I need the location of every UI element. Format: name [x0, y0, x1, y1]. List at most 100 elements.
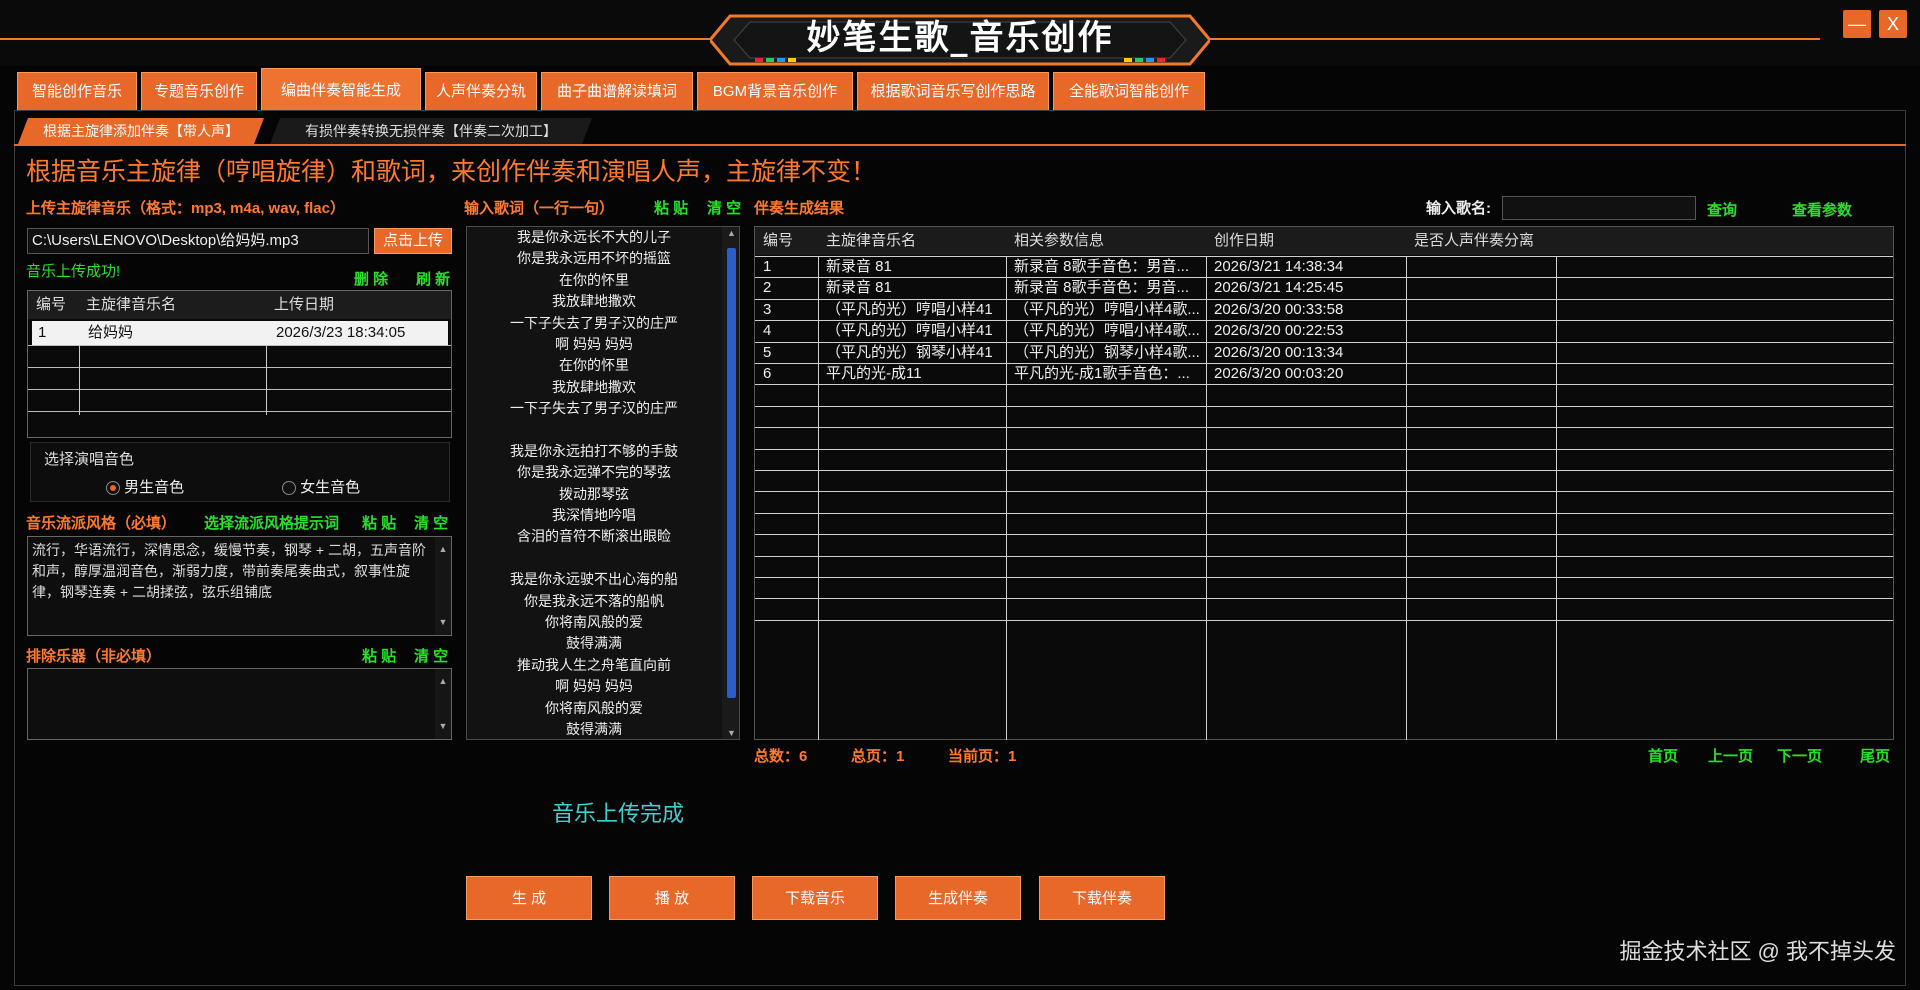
scroll-up-icon[interactable]: ▲	[435, 671, 451, 692]
male-voice-radio[interactable]: 男生音色	[106, 476, 184, 497]
row-divider	[755, 598, 1893, 600]
lyrics-paste-button[interactable]: 粘 贴	[654, 197, 688, 218]
pager-next-button[interactable]: 下一页	[1777, 745, 1822, 766]
download-accompaniment-button[interactable]: 下载伴奏	[1039, 876, 1165, 920]
lyric-line: 你将南风般的爱	[545, 614, 643, 631]
lyrics-clear-button[interactable]: 清 空	[707, 197, 741, 218]
upload-table-header: 编号 主旋律音乐名 上传日期	[28, 291, 451, 319]
cell-date: 2026/3/23 18:34:05	[276, 324, 406, 341]
lyric-line: 我放肆地撒欢	[552, 378, 636, 395]
pager-first-button[interactable]: 首页	[1648, 745, 1678, 766]
exclude-textarea[interactable]: ▲ ▼	[27, 668, 452, 740]
lyric-line: 推动我人生之舟笔直向前	[517, 656, 671, 673]
refresh-button[interactable]: 刷 新	[416, 268, 450, 289]
subtab-divider	[14, 144, 1906, 146]
table-cell: （平凡的光）哼唱小样4歌...	[1014, 322, 1200, 340]
pager-prev-button[interactable]: 上一页	[1708, 745, 1753, 766]
table-cell: 5	[763, 343, 772, 361]
table-cell: 2026/3/20 00:13:34	[1214, 343, 1344, 361]
row-divider	[755, 470, 1893, 471]
song-name-input[interactable]	[1502, 196, 1696, 220]
tab-accompaniment[interactable]: 编曲伴奏智能生成	[261, 68, 421, 110]
pager-last-button[interactable]: 尾页	[1860, 745, 1890, 766]
radio-indicator	[106, 481, 120, 496]
lyric-line: 在你的怀里	[559, 271, 629, 288]
download-music-button[interactable]: 下载音乐	[752, 876, 878, 920]
table-cell	[1414, 299, 1554, 320]
generate-accompaniment-button[interactable]: 生成伴奏	[895, 876, 1021, 920]
style-scrollbar[interactable]: ▲ ▼	[435, 537, 451, 635]
title-decor-left	[0, 38, 720, 40]
lyric-line: 鼓得满满	[566, 635, 622, 652]
view-params-button[interactable]: 查看参数	[1792, 199, 1852, 220]
col-id: 编号	[36, 296, 67, 313]
lyric-line: 含泪的音符不断滚出眼睑	[517, 528, 671, 545]
row-divider	[755, 405, 1893, 407]
exclude-label: 排除乐器（非必填）	[26, 648, 162, 665]
style-clear-button[interactable]: 清 空	[414, 512, 448, 533]
table-row[interactable]: 1 给妈妈 2026/3/23 18:34:05	[32, 321, 448, 345]
table-cell: 2	[763, 279, 772, 297]
upload-label: 上传主旋律音乐（格式：mp3, m4a, wav, flac）	[26, 200, 345, 217]
lyric-line: 我深情地吟唱	[552, 507, 636, 524]
table-cell: 平凡的光-成11	[826, 365, 922, 382]
lyrics-textarea[interactable]: 我是你永远长不大的儿子 你是我永远用不坏的摇篮 在你的怀里 我放肆地撒欢 一下子失去了男…	[466, 226, 740, 740]
tab-bgm[interactable]: BGM背景音乐创作	[697, 72, 853, 110]
table-cell: 新录音 8歌手音色：男音...	[1014, 279, 1190, 297]
voice-group-label: 选择演唱音色	[44, 451, 135, 468]
exclude-paste-button[interactable]: 粘 贴	[362, 645, 396, 666]
play-button[interactable]: 播 放	[609, 876, 735, 920]
lyric-line: 你是我永远不落的船帆	[524, 592, 664, 609]
table-cell	[1414, 342, 1554, 363]
lyric-line: 我放肆地撒欢	[552, 293, 636, 310]
song-name-label: 输入歌名:	[1426, 200, 1491, 217]
tab-smart-compose[interactable]: 智能创作音乐	[17, 72, 137, 110]
upload-path-input[interactable]: C:\Users\LENOVO\Desktop\给妈妈.mp3	[27, 228, 369, 254]
tab-topic-compose[interactable]: 专题音乐创作	[141, 72, 257, 110]
table-cell: 2026/3/21 14:25:45	[1214, 279, 1344, 297]
scroll-down-icon[interactable]: ▼	[435, 612, 451, 633]
scroll-up-icon[interactable]: ▲	[727, 228, 736, 238]
lyric-line: 我是你永远长不大的儿子	[517, 229, 671, 245]
row-divider	[755, 555, 1893, 557]
close-button[interactable]: X	[1879, 10, 1907, 38]
pager-current: 当前页：1	[948, 748, 1017, 765]
minimize-button[interactable]: —	[1843, 10, 1871, 38]
results-col-header: 是否人声伴奏分离	[1414, 232, 1535, 249]
results-col-header: 相关参数信息	[1014, 232, 1105, 249]
col-name: 主旋律音乐名	[86, 296, 177, 313]
delete-button[interactable]: 删 除	[354, 268, 388, 289]
results-col-header: 主旋律音乐名	[826, 232, 917, 249]
exclude-scrollbar[interactable]: ▲ ▼	[435, 669, 451, 739]
tab-lyrics-idea[interactable]: 根据歌词音乐写创作思路	[857, 72, 1049, 110]
style-hint-link[interactable]: 选择流派风格提示词	[204, 512, 339, 533]
tab-score-lyrics[interactable]: 曲子曲谱解读填词	[541, 72, 693, 110]
table-cell: 3	[763, 300, 772, 318]
female-voice-radio[interactable]: 女生音色	[282, 476, 360, 497]
results-col-header: 创作日期	[1214, 232, 1275, 249]
style-text: 流行，华语流行，深情思念，缓慢节奏，钢琴 + 二胡，五声音阶和声，醇厚温润音色，…	[32, 542, 426, 600]
lyrics-scroll-thumb[interactable]	[727, 248, 736, 698]
lyric-line: 你是我永远用不坏的摇篮	[517, 250, 671, 267]
app-title: 妙笔生歌_音乐创作	[806, 18, 1114, 58]
row-divider	[755, 448, 1893, 450]
scroll-up-icon[interactable]: ▲	[435, 539, 451, 560]
lyric-line: 啊 妈妈 妈妈	[555, 335, 633, 352]
results-label: 伴奏生成结果	[754, 200, 845, 217]
upload-success-text: 音乐上传成功!	[26, 263, 121, 280]
scroll-down-icon[interactable]: ▼	[435, 716, 451, 737]
style-paste-button[interactable]: 粘 贴	[362, 512, 396, 533]
style-label: 音乐流派风格（必填）	[26, 515, 177, 532]
exclude-clear-button[interactable]: 清 空	[414, 645, 448, 666]
tab-lyrics-compose[interactable]: 全能歌词智能创作	[1053, 72, 1205, 110]
tab-vocal-split[interactable]: 人声伴奏分轨	[425, 72, 537, 110]
table-cell	[1414, 320, 1554, 341]
upload-button[interactable]: 点击上传	[374, 228, 452, 254]
subtab-lossless[interactable]: 有损伴奏转换无损伴奏【伴奏二次加工】	[270, 118, 592, 144]
query-button[interactable]: 查询	[1707, 199, 1737, 220]
subtab-add-accompaniment[interactable]: 根据主旋律添加伴奏【带人声】	[18, 118, 264, 144]
cell-id: 1	[38, 324, 47, 341]
generate-button[interactable]: 生 成	[466, 876, 592, 920]
scroll-down-icon[interactable]: ▼	[727, 728, 736, 738]
style-textarea[interactable]: 流行，华语流行，深情思念，缓慢节奏，钢琴 + 二胡，五声音阶和声，醇厚温润音色，…	[27, 536, 452, 636]
